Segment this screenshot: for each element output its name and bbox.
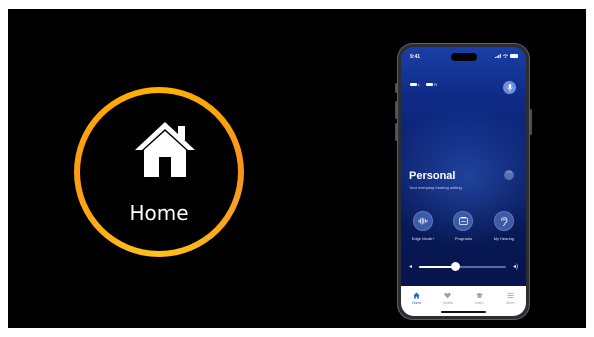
heart-icon	[444, 292, 452, 299]
left-aid-label: L	[418, 82, 421, 87]
quick-actions: Edge Mode+ Programs My Hearing	[401, 211, 526, 241]
hearing-aid-status[interactable]: L R	[410, 82, 437, 87]
volume-thumb[interactable]	[451, 262, 461, 271]
right-aid-label: R	[434, 82, 438, 87]
tab-more-label: More	[506, 301, 515, 305]
volume-high-icon: ◂)	[512, 264, 518, 270]
mute-switch	[395, 83, 397, 93]
microphone-icon	[506, 83, 513, 92]
action-edge-mode[interactable]: Edge Mode+	[403, 211, 443, 241]
home-tab-icon	[413, 292, 420, 299]
waveform-icon	[413, 211, 434, 231]
learn-icon	[475, 292, 483, 298]
tab-bar: Home Health Learn More	[401, 286, 526, 316]
volume-slider[interactable]: ◂ ◂)	[409, 262, 518, 271]
left-battery-icon	[410, 83, 417, 86]
program-title: Personal	[409, 170, 456, 182]
action-my-hearing-label: My Hearing	[493, 236, 515, 241]
volume-low-icon: ◂	[409, 264, 413, 270]
home-icon	[135, 122, 195, 177]
wifi-icon	[503, 54, 508, 58]
action-programs-label: Programs	[454, 236, 473, 241]
action-my-hearing[interactable]: My Hearing	[484, 211, 524, 241]
right-aid-battery: R	[426, 82, 437, 87]
phone-frame: 9:41 L R Personal Your everyday hearing …	[395, 43, 532, 320]
more-options-button[interactable]: ⋯	[504, 170, 514, 180]
dynamic-island	[451, 53, 477, 61]
more-dots-icon: ⋯	[506, 170, 512, 176]
home-indicator	[441, 311, 486, 313]
home-label: Home	[129, 201, 189, 225]
ear-icon	[493, 211, 514, 231]
volume-up-button	[395, 101, 397, 119]
app-screen: 9:41 L R Personal Your everyday hearing …	[401, 47, 526, 316]
signal-icon	[495, 54, 501, 58]
menu-icon	[507, 292, 514, 299]
home-badge-inner: Home	[80, 93, 238, 251]
action-programs[interactable]: Programs	[443, 211, 483, 241]
tab-home-label: Home	[411, 301, 422, 305]
power-button	[530, 109, 532, 135]
right-battery-icon	[426, 83, 434, 86]
tab-more[interactable]: More	[498, 286, 522, 316]
battery-icon	[510, 54, 518, 58]
tab-learn-label: Learn	[474, 301, 484, 305]
volume-down-button	[395, 123, 397, 141]
home-badge: Home	[74, 87, 244, 257]
tab-home[interactable]: Home	[405, 286, 429, 316]
programs-icon	[453, 211, 474, 231]
program-subtitle: Your everyday hearing setting	[409, 185, 462, 190]
presentation-stage: Home 9:41 L R Personal Your everyday hea…	[8, 9, 586, 328]
status-time: 9:41	[410, 54, 421, 60]
tab-health-label: Health	[442, 301, 453, 305]
status-icons	[495, 54, 518, 58]
left-aid-battery: L	[410, 82, 420, 87]
microphone-button[interactable]	[503, 81, 516, 94]
action-edge-mode-label: Edge Mode+	[411, 236, 435, 241]
